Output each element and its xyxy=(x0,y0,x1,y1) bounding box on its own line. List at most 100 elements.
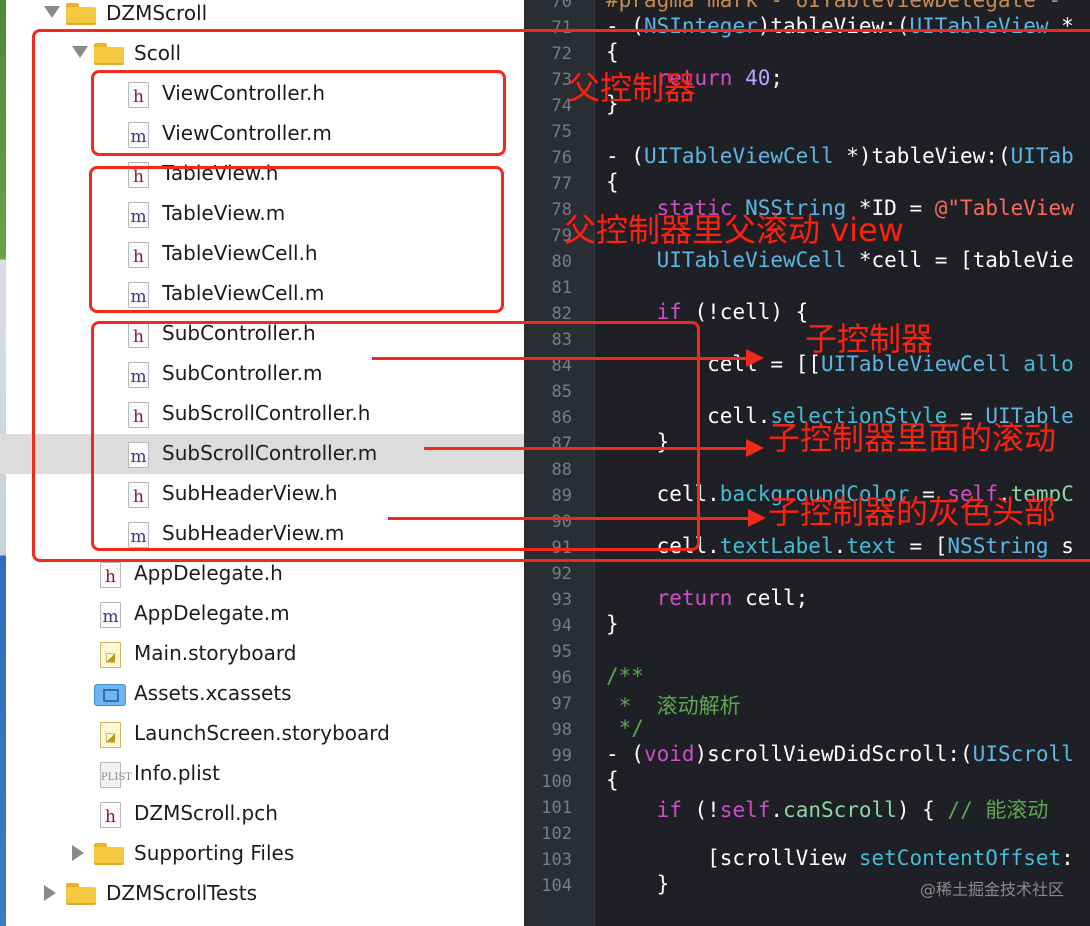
code-token: [scrollView xyxy=(606,846,859,870)
annotation-label-sub-header-view: 子控制器的灰色头部 xyxy=(768,493,1057,531)
header-file-icon: h xyxy=(100,562,121,588)
code-token: ) { xyxy=(896,798,948,822)
arrowhead xyxy=(746,349,764,367)
file-row[interactable]: PLIST Info.plist xyxy=(0,754,524,794)
plist-file-icon: PLIST xyxy=(100,762,132,788)
line-number: 102 xyxy=(541,824,572,844)
file-row[interactable]: Supporting Files xyxy=(0,834,524,874)
implementation-file-icon: m xyxy=(100,602,121,628)
folder-icon xyxy=(94,843,124,865)
line-number: 101 xyxy=(541,798,572,818)
line-number: 98 xyxy=(551,720,572,740)
annotation-box-parent-controller xyxy=(91,70,506,156)
annotation-arrow-sub-header-view xyxy=(388,509,766,527)
code-token: void xyxy=(643,742,695,766)
file-row[interactable]: Assets.xcassets xyxy=(0,674,524,714)
line-number: 93 xyxy=(551,590,572,610)
code-token: )scrollViewDidScroll:( xyxy=(694,742,973,766)
file-icon-letter: h xyxy=(105,567,116,587)
line-number: 70 xyxy=(551,0,572,12)
code-token: #pragma mark - UITableViewDelegate - xyxy=(606,0,1062,12)
file-icon-letter: PLIST xyxy=(101,772,132,783)
arrowhead xyxy=(746,439,764,457)
file-row-label: DZMScroll xyxy=(106,1,208,25)
code-token: if xyxy=(656,798,682,822)
file-row[interactable]: ◪ LaunchScreen.storyboard xyxy=(0,714,524,754)
annotation-label-sub-controller: 子控制器 xyxy=(805,320,934,358)
line-number: 97 xyxy=(551,694,572,714)
code-line: if (!self.canScroll) { // 能滚动 xyxy=(606,794,1049,824)
header-file-icon: h xyxy=(100,802,121,828)
code-token: cell; xyxy=(732,586,809,610)
annotation-label-parent-scroll-view: 父控制器里父滚动 view xyxy=(564,211,904,249)
code-token: . xyxy=(770,798,784,822)
file-row[interactable]: DZMScrollTests xyxy=(0,874,524,914)
code-token: self xyxy=(719,798,771,822)
code-token: * 滚动解析 xyxy=(606,694,741,718)
line-number: 104 xyxy=(541,876,572,896)
code-token: canScroll xyxy=(783,798,897,822)
file-row-label: Info.plist xyxy=(134,761,220,785)
annotation-label-sub-scroll-view: 子控制器里面的滚动 xyxy=(768,419,1057,457)
code-line: } xyxy=(606,872,670,896)
code-line: #pragma mark - UITableViewDelegate - xyxy=(606,0,1061,12)
asset-catalog-icon xyxy=(94,684,126,706)
code-token: (! xyxy=(681,798,720,822)
code-line: } xyxy=(606,612,619,636)
file-row-label: DZMScrollTests xyxy=(106,881,257,905)
code-line: /** xyxy=(606,664,644,688)
disclosure-open-icon[interactable] xyxy=(44,6,60,18)
code-line: */ xyxy=(606,716,644,740)
annotation-arrow-sub-controller xyxy=(372,349,764,367)
code-token: - ( xyxy=(606,742,644,766)
file-row[interactable]: m AppDelegate.m xyxy=(0,594,524,634)
file-row-label: AppDelegate.h xyxy=(134,561,283,585)
line-number: 95 xyxy=(551,642,572,662)
code-line: { xyxy=(606,768,619,792)
code-token: } xyxy=(606,612,619,636)
file-row-label: DZMScroll.pch xyxy=(134,801,278,825)
code-token: UIScroll xyxy=(972,742,1074,766)
code-token: // 能滚动 xyxy=(947,798,1049,822)
code-token: { xyxy=(606,768,619,792)
file-icon-letter: m xyxy=(102,607,119,627)
line-number: 96 xyxy=(551,668,572,688)
file-row-label: LaunchScreen.storyboard xyxy=(134,721,390,745)
code-line: - (void)scrollViewDidScroll:(UIScroll xyxy=(606,742,1074,766)
file-icon-letter: h xyxy=(105,807,116,827)
disclosure-closed-icon[interactable] xyxy=(72,845,84,861)
annotation-arrow-sub-scroll-view xyxy=(424,439,764,457)
code-token: setContentOffset xyxy=(858,846,1062,870)
line-number: 94 xyxy=(551,616,572,636)
annotation-box-parent-scroll-view xyxy=(89,166,504,313)
folder-icon xyxy=(66,3,96,25)
file-row[interactable]: h DZMScroll.pch xyxy=(0,794,524,834)
file-row-label: Main.storyboard xyxy=(134,641,297,665)
code-line: [scrollView setContentOffset: xyxy=(606,846,1074,870)
code-token: /** xyxy=(606,664,644,688)
folder-icon xyxy=(66,883,96,905)
code-token: return xyxy=(656,586,733,610)
file-row-label: AppDelegate.m xyxy=(134,601,290,625)
annotation-label-parent-controller: 父控制器 xyxy=(568,69,697,107)
file-row-label: Supporting Files xyxy=(134,841,295,865)
file-row[interactable]: ◪ Main.storyboard xyxy=(0,634,524,674)
line-number: 100 xyxy=(541,772,572,792)
storyboard-file-icon: ◪ xyxy=(100,642,121,668)
code-token: */ xyxy=(606,716,644,740)
file-row-label: Assets.xcassets xyxy=(134,681,292,705)
arrowhead xyxy=(748,509,766,527)
file-icon-letter: ◪ xyxy=(104,730,117,744)
file-icon-letter: ◪ xyxy=(104,650,117,664)
code-line: return cell; xyxy=(606,586,809,610)
line-number: 99 xyxy=(551,746,572,766)
disclosure-closed-icon[interactable] xyxy=(44,885,56,901)
storyboard-file-icon: ◪ xyxy=(100,722,121,748)
code-token: } xyxy=(606,872,670,896)
watermark: @稀土掘金技术社区 xyxy=(919,880,1064,899)
line-number: 92 xyxy=(551,564,572,584)
code-token: : xyxy=(1061,846,1074,870)
line-number: 103 xyxy=(541,850,572,870)
